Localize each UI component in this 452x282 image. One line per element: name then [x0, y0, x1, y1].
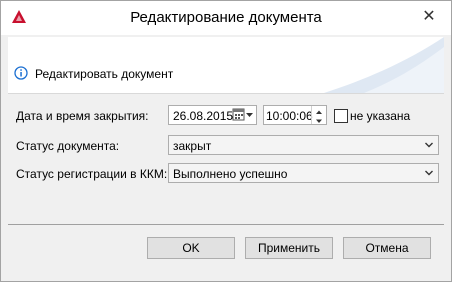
title-bar: Редактирование документа ✕ [1, 1, 451, 35]
spin-down-icon[interactable] [312, 115, 326, 124]
kkm-status-label: Статус регистрации в ККМ: [16, 167, 168, 181]
close-date-value: 26.08.2015 [173, 109, 234, 123]
apply-button[interactable]: Применить [245, 237, 333, 259]
doc-status-select[interactable]: закрыт [168, 135, 439, 155]
info-banner: Редактировать документ [8, 37, 444, 94]
close-icon[interactable]: ✕ [417, 6, 441, 28]
banner-text: Редактировать документ [35, 67, 174, 81]
chevron-down-icon [425, 170, 433, 176]
dialog-window: Редактирование документа ✕ Редактировать… [0, 0, 452, 282]
cancel-button[interactable]: Отмена [343, 237, 431, 259]
kkm-status-value: Выполнено успешно [173, 167, 288, 181]
time-spinner[interactable] [311, 106, 326, 124]
kkm-status-select[interactable]: Выполнено успешно [168, 163, 439, 183]
chevron-down-icon [425, 142, 433, 148]
doc-status-value: закрыт [173, 139, 212, 153]
close-time-field[interactable]: 10:00:06 [263, 105, 327, 125]
document-form: Дата и время закрытия: 26.08.2015 10:00:… [8, 94, 444, 225]
not-specified-checkbox[interactable] [334, 109, 348, 123]
ok-button[interactable]: OK [147, 237, 235, 259]
close-time-value: 10:00:06 [266, 109, 313, 123]
banner-decoration [324, 37, 444, 93]
close-datetime-label: Дата и время закрытия: [16, 109, 149, 123]
info-icon [14, 66, 28, 80]
spin-up-icon[interactable] [312, 106, 326, 115]
doc-status-label: Статус документа: [16, 139, 120, 153]
close-date-picker[interactable]: 26.08.2015 [168, 105, 257, 125]
not-specified-label: не указана [350, 109, 411, 123]
window-title: Редактирование документа [130, 9, 322, 26]
calendar-dropdown-icon[interactable] [231, 107, 255, 123]
